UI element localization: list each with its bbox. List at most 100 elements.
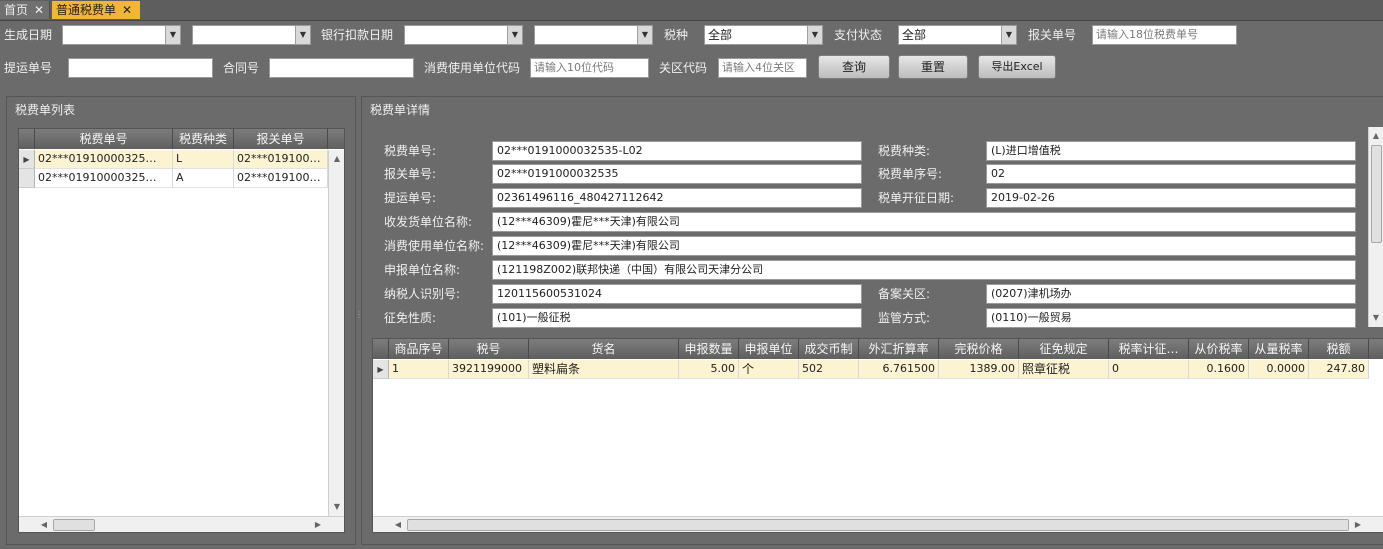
table-cell[interactable]: L <box>173 150 234 169</box>
arrow-right-icon[interactable]: ▶ <box>1351 518 1365 532</box>
table-cell[interactable]: 02***0191000032535 <box>234 150 328 169</box>
close-icon[interactable]: ✕ <box>34 3 44 17</box>
arrow-left-icon[interactable]: ◀ <box>391 518 405 532</box>
record-customs-field[interactable]: (0207)津机场办 <box>986 284 1356 304</box>
column-header[interactable]: 从量税率 <box>1249 339 1309 359</box>
table-cell[interactable]: 5.00 <box>679 360 739 379</box>
decl-no-input[interactable]: 请输入18位税费单号 <box>1092 25 1237 45</box>
gen-date-end-picker[interactable]: ▼ <box>192 25 311 45</box>
scroll-thumb[interactable] <box>407 519 1349 531</box>
table-cell[interactable]: 02***01910000325… <box>35 150 173 169</box>
chevron-down-icon[interactable]: ▼ <box>637 26 652 44</box>
table-cell[interactable]: 3921199000 <box>449 360 529 379</box>
customs-code-input[interactable]: 请输入4位关区 <box>718 58 807 78</box>
decl-no-field[interactable]: 02***0191000032535 <box>492 164 862 184</box>
table-cell[interactable]: 502 <box>799 360 859 379</box>
row-indicator[interactable] <box>19 169 35 188</box>
chevron-down-icon[interactable]: ▼ <box>507 26 522 44</box>
list-vertical-scrollbar[interactable]: ▲ ▼ <box>328 150 344 516</box>
consumer-code-input[interactable]: 请输入10位代码 <box>530 58 649 78</box>
bank-date-end-picker[interactable]: ▼ <box>534 25 653 45</box>
contract-input[interactable] <box>269 58 414 78</box>
gen-date-start-picker[interactable]: ▼ <box>62 25 181 45</box>
column-header[interactable]: 货名 <box>529 339 679 359</box>
detail-panel-title: 税费单详情 <box>370 103 431 117</box>
row-pointer-icon[interactable]: ▶ <box>373 360 389 379</box>
tax-no-label: 税费单号: <box>384 144 437 158</box>
scroll-thumb[interactable] <box>53 519 95 531</box>
detail-form-scrollbar[interactable]: ▲ ▼ <box>1368 127 1383 327</box>
goods-horizontal-scrollbar[interactable]: ◀ ▶ <box>373 516 1383 532</box>
tax-no-field[interactable]: 02***0191000032535-L02 <box>492 141 862 161</box>
column-header[interactable]: 成交币制 <box>799 339 859 359</box>
row-header-corner <box>373 339 389 359</box>
table-cell[interactable]: 1 <box>389 360 449 379</box>
table-cell[interactable]: 247.80 <box>1309 360 1369 379</box>
column-header[interactable]: 税率计征… <box>1109 339 1189 359</box>
issue-date-field[interactable]: 2019-02-26 <box>986 188 1356 208</box>
chevron-down-icon[interactable]: ▼ <box>165 26 180 44</box>
column-header[interactable]: 完税价格 <box>939 339 1019 359</box>
table-cell[interactable]: 02***01910000325… <box>35 169 173 188</box>
goods-detail-grid: 商品序号 税号 货名 申报数量 申报单位 成交币制 外汇折算率 完税价格 征免规… <box>372 338 1383 533</box>
column-header[interactable]: 税额 <box>1309 339 1369 359</box>
column-header[interactable]: 申报数量 <box>679 339 739 359</box>
arrow-up-icon[interactable]: ▲ <box>330 152 344 166</box>
column-header[interactable]: 税费种类 <box>173 129 234 149</box>
column-header[interactable]: 从价税率 <box>1189 339 1249 359</box>
seq-field[interactable]: 02 <box>986 164 1356 184</box>
column-header[interactable]: 征免规定 <box>1019 339 1109 359</box>
levy-field[interactable]: (101)一般征税 <box>492 308 862 328</box>
row-pointer-icon[interactable]: ▶ <box>19 150 35 169</box>
column-header[interactable]: 申报单位 <box>739 339 799 359</box>
column-header[interactable]: 税号 <box>449 339 529 359</box>
bank-date-start-picker[interactable]: ▼ <box>404 25 523 45</box>
table-cell[interactable]: 02***0191000032535 <box>234 169 328 188</box>
arrow-right-icon[interactable]: ▶ <box>311 518 325 532</box>
tab-home-label: 首页 <box>4 3 29 17</box>
tax-kind-field[interactable]: (L)进口增值税 <box>986 141 1356 161</box>
reset-button[interactable]: 重置 <box>898 55 968 79</box>
taxpayer-field[interactable]: 120115600531024 <box>492 284 862 304</box>
tab-home[interactable]: 首页 ✕ <box>0 1 50 19</box>
chevron-down-icon[interactable]: ▼ <box>1001 26 1016 44</box>
column-header[interactable]: 商品序号 <box>389 339 449 359</box>
bl-no-input[interactable] <box>68 58 213 78</box>
export-excel-button[interactable]: 导出Excel <box>978 55 1056 79</box>
table-cell[interactable]: A <box>173 169 234 188</box>
column-header[interactable]: 报关单号 <box>234 129 328 149</box>
column-header[interactable]: 税费单号 <box>35 129 173 149</box>
levy-label: 征免性质: <box>384 311 437 325</box>
table-cell[interactable]: 1389.00 <box>939 360 1019 379</box>
arrow-left-icon[interactable]: ◀ <box>37 518 51 532</box>
contract-label: 合同号 <box>223 61 260 75</box>
bl-no-field[interactable]: 02361496116_480427112642 <box>492 188 862 208</box>
query-button[interactable]: 查询 <box>818 55 890 79</box>
tax-type-value: 全部 <box>708 28 733 42</box>
bank-date-label: 银行扣款日期 <box>321 28 394 42</box>
arrow-down-icon[interactable]: ▼ <box>330 500 344 514</box>
chevron-down-icon[interactable]: ▼ <box>295 26 310 44</box>
consumer-field[interactable]: (12***46309)霍尼***天津)有限公司 <box>492 236 1356 256</box>
arrow-down-icon[interactable]: ▼ <box>1369 311 1383 325</box>
scroll-thumb[interactable] <box>1371 145 1382 243</box>
supervision-field[interactable]: (0110)一般贸易 <box>986 308 1356 328</box>
table-cell[interactable]: 个 <box>739 360 799 379</box>
tax-type-select[interactable]: 全部 ▼ <box>704 25 823 45</box>
column-header[interactable]: 外汇折算率 <box>859 339 939 359</box>
arrow-up-icon[interactable]: ▲ <box>1369 129 1383 143</box>
tab-tax-bill[interactable]: 普通税费单 ✕ <box>52 1 140 19</box>
table-cell[interactable]: 0.0000 <box>1249 360 1309 379</box>
table-cell[interactable]: 6.761500 <box>859 360 939 379</box>
list-horizontal-scrollbar[interactable]: ◀ ▶ <box>19 516 344 532</box>
splitter-handle[interactable]: ⋮ <box>355 311 363 330</box>
pay-status-select[interactable]: 全部 ▼ <box>898 25 1017 45</box>
table-cell[interactable]: 照章征税 <box>1019 360 1109 379</box>
close-icon[interactable]: ✕ <box>122 3 132 17</box>
declarant-field[interactable]: (121198Z002)联邦快递（中国）有限公司天津分公司 <box>492 260 1356 280</box>
table-cell[interactable]: 塑料扁条 <box>529 360 679 379</box>
table-cell[interactable]: 0 <box>1109 360 1189 379</box>
consignee-field[interactable]: (12***46309)霍尼***天津)有限公司 <box>492 212 1356 232</box>
chevron-down-icon[interactable]: ▼ <box>807 26 822 44</box>
table-cell[interactable]: 0.1600 <box>1189 360 1249 379</box>
